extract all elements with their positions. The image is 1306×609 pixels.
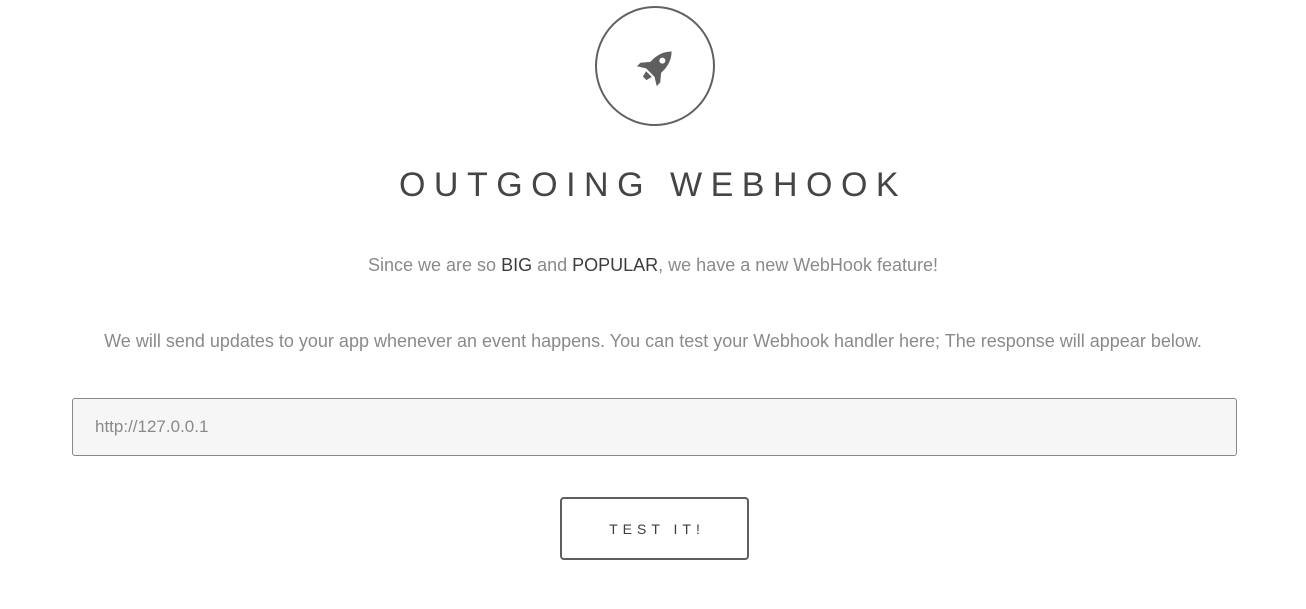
webhook-page: OUTGOING WEBHOOK Since we are so BIG and…	[0, 0, 1306, 609]
intro-prefix: Since we are so	[368, 255, 502, 275]
rocket-badge	[595, 6, 715, 126]
rocket-icon	[636, 51, 672, 87]
intro-and: and	[532, 255, 573, 275]
test-it-button[interactable]: TEST IT!	[560, 497, 749, 560]
page-title: OUTGOING WEBHOOK	[398, 166, 908, 204]
intro-suffix: , we have a new WebHook feature!	[658, 255, 938, 275]
intro-popular: POPULAR	[572, 255, 659, 275]
description-text: We will send updates to your app wheneve…	[104, 331, 1202, 351]
intro-big: BIG	[501, 255, 533, 275]
webhook-url-input[interactable]	[72, 398, 1237, 456]
intro-text: Since we are so BIG and POPULAR, we have…	[0, 252, 1306, 278]
